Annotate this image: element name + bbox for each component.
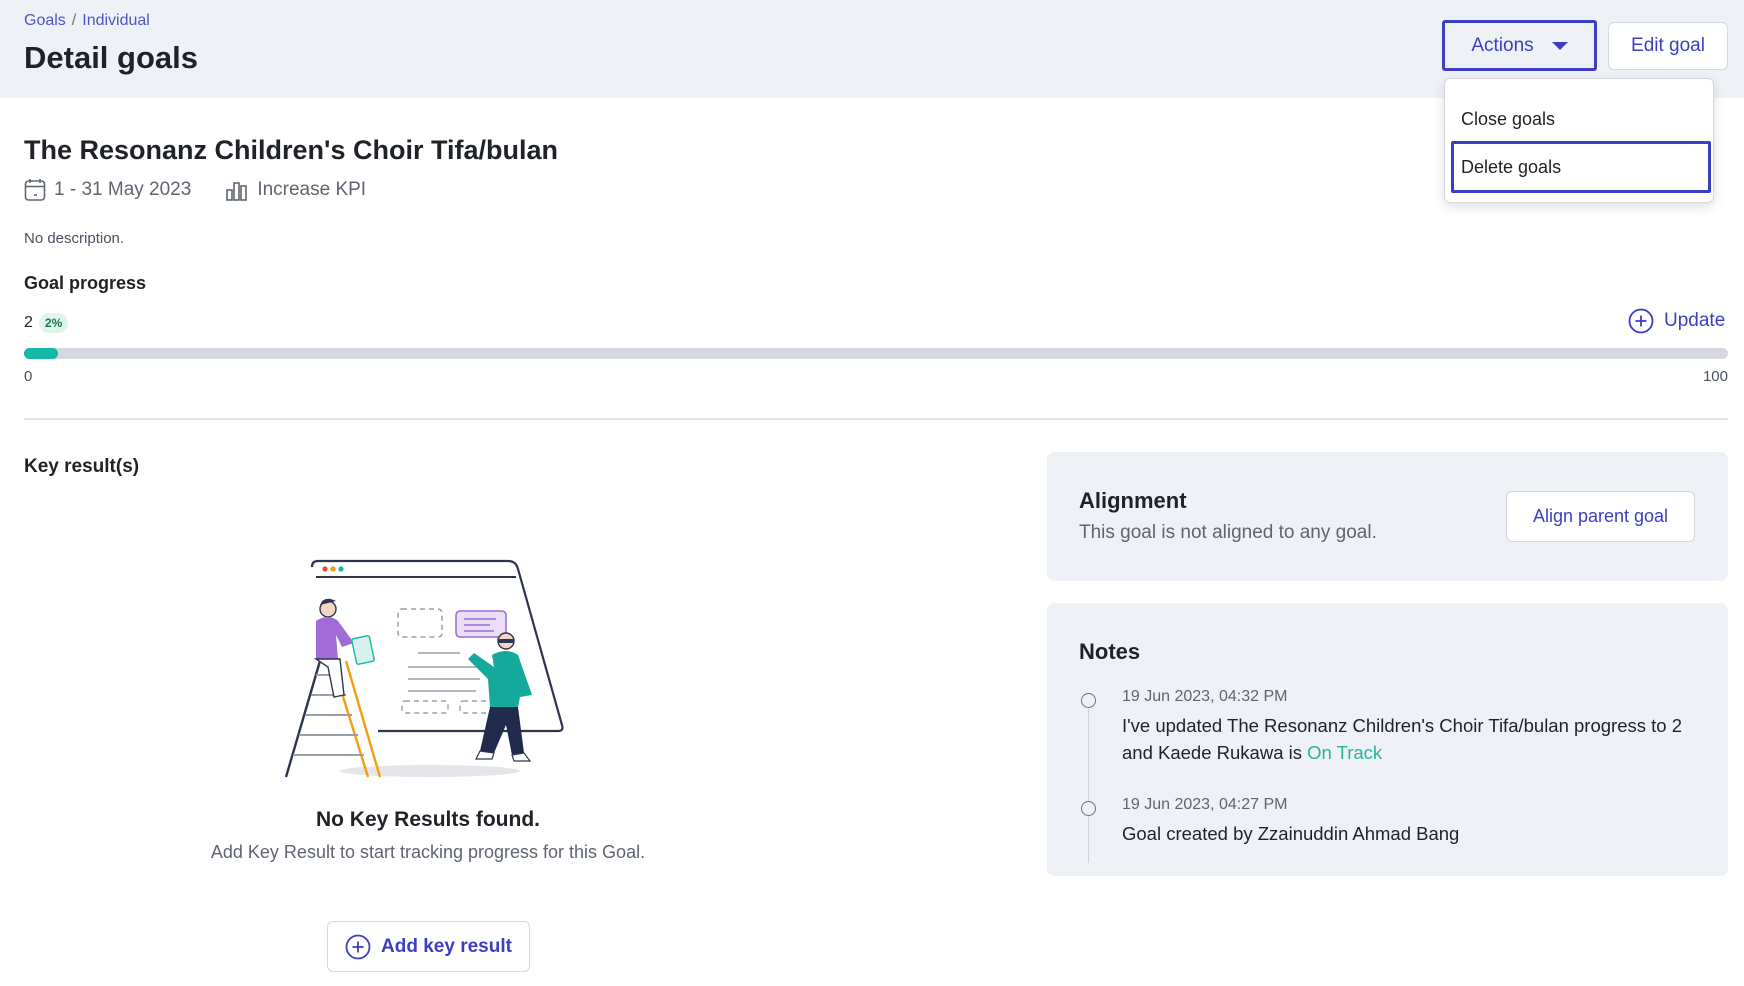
note-text: I've updated The Resonanz Children's Cho… bbox=[1122, 712, 1712, 766]
caret-down-icon bbox=[1551, 41, 1568, 50]
goal-progress-value: 2 2% bbox=[24, 313, 69, 333]
breadcrumb-separator: / bbox=[71, 12, 77, 29]
bar-chart-icon bbox=[226, 182, 248, 201]
plus-circle-icon bbox=[345, 934, 371, 959]
progress-value-text: 2 bbox=[24, 314, 33, 331]
note-time: 19 Jun 2023, 04:27 PM bbox=[1122, 796, 1288, 813]
breadcrumb-individual-link[interactable]: Individual bbox=[82, 12, 150, 29]
alignment-subtitle: This goal is not aligned to any goal. bbox=[1079, 522, 1377, 543]
progress-bar-fill bbox=[24, 348, 59, 359]
actions-button-label: Actions bbox=[1471, 34, 1534, 56]
actions-dropdown-button[interactable]: Actions bbox=[1442, 20, 1597, 71]
progress-max-label: 100 bbox=[1702, 368, 1728, 385]
alignment-title: Alignment bbox=[1079, 488, 1187, 513]
timeline-dot-icon bbox=[1081, 801, 1096, 816]
empty-state-illustration bbox=[280, 555, 580, 790]
plus-circle-icon bbox=[1628, 308, 1654, 334]
goal-title: The Resonanz Children's Choir Tifa/bulan bbox=[24, 135, 558, 165]
empty-state-title: No Key Results found. bbox=[315, 808, 541, 831]
goal-meta: 1 - 31 May 2023 Increase KPI bbox=[24, 178, 400, 202]
note-text: Goal created by Zzainuddin Ahmad Bang bbox=[1122, 823, 1460, 844]
note-text-body: I've updated The Resonanz Children's Cho… bbox=[1122, 715, 1682, 763]
actions-menu: Close goals Delete goals bbox=[1444, 78, 1714, 203]
breadcrumb-goals-link[interactable]: Goals bbox=[24, 12, 66, 29]
page-title: Detail goals bbox=[24, 40, 198, 75]
note-time: 19 Jun 2023, 04:32 PM bbox=[1122, 688, 1288, 705]
goal-type-text: Increase KPI bbox=[257, 179, 367, 200]
on-track-status: On Track bbox=[1307, 742, 1383, 763]
goal-date: 1 - 31 May 2023 bbox=[24, 178, 191, 202]
delete-goals-menu-item[interactable]: Delete goals bbox=[1451, 141, 1711, 193]
goal-description: No description. bbox=[24, 230, 125, 247]
timeline-dot-icon bbox=[1081, 693, 1096, 708]
alignment-card: Alignment This goal is not aligned to an… bbox=[1047, 452, 1728, 581]
notes-title: Notes bbox=[1079, 639, 1141, 664]
goal-progress-label: Goal progress bbox=[24, 273, 147, 293]
section-divider bbox=[24, 418, 1728, 420]
progress-min-label: 0 bbox=[24, 368, 33, 385]
add-key-result-label: Add key result bbox=[381, 935, 512, 957]
align-parent-goal-button[interactable]: Align parent goal bbox=[1506, 491, 1695, 542]
empty-state-subtitle: Add Key Result to start tracking progres… bbox=[210, 842, 646, 862]
edit-goal-button[interactable]: Edit goal bbox=[1608, 22, 1728, 70]
progress-percent-badge: 2% bbox=[38, 313, 69, 333]
key-results-label: Key result(s) bbox=[24, 456, 140, 477]
goal-date-text: 1 - 31 May 2023 bbox=[54, 179, 192, 200]
goal-type: Increase KPI bbox=[225, 179, 366, 201]
notes-card: Notes 19 Jun 2023, 04:32 PM I've updated… bbox=[1047, 603, 1728, 876]
timeline-line bbox=[1088, 703, 1089, 863]
breadcrumb: Goals / Individual bbox=[24, 12, 150, 30]
calendar-icon bbox=[24, 179, 46, 201]
add-key-result-button[interactable]: Add key result bbox=[327, 921, 530, 972]
update-progress-button[interactable]: Update bbox=[1628, 308, 1725, 334]
progress-bar-track bbox=[24, 348, 1728, 359]
close-goals-menu-item[interactable]: Close goals bbox=[1451, 93, 1711, 145]
update-label: Update bbox=[1664, 310, 1726, 331]
